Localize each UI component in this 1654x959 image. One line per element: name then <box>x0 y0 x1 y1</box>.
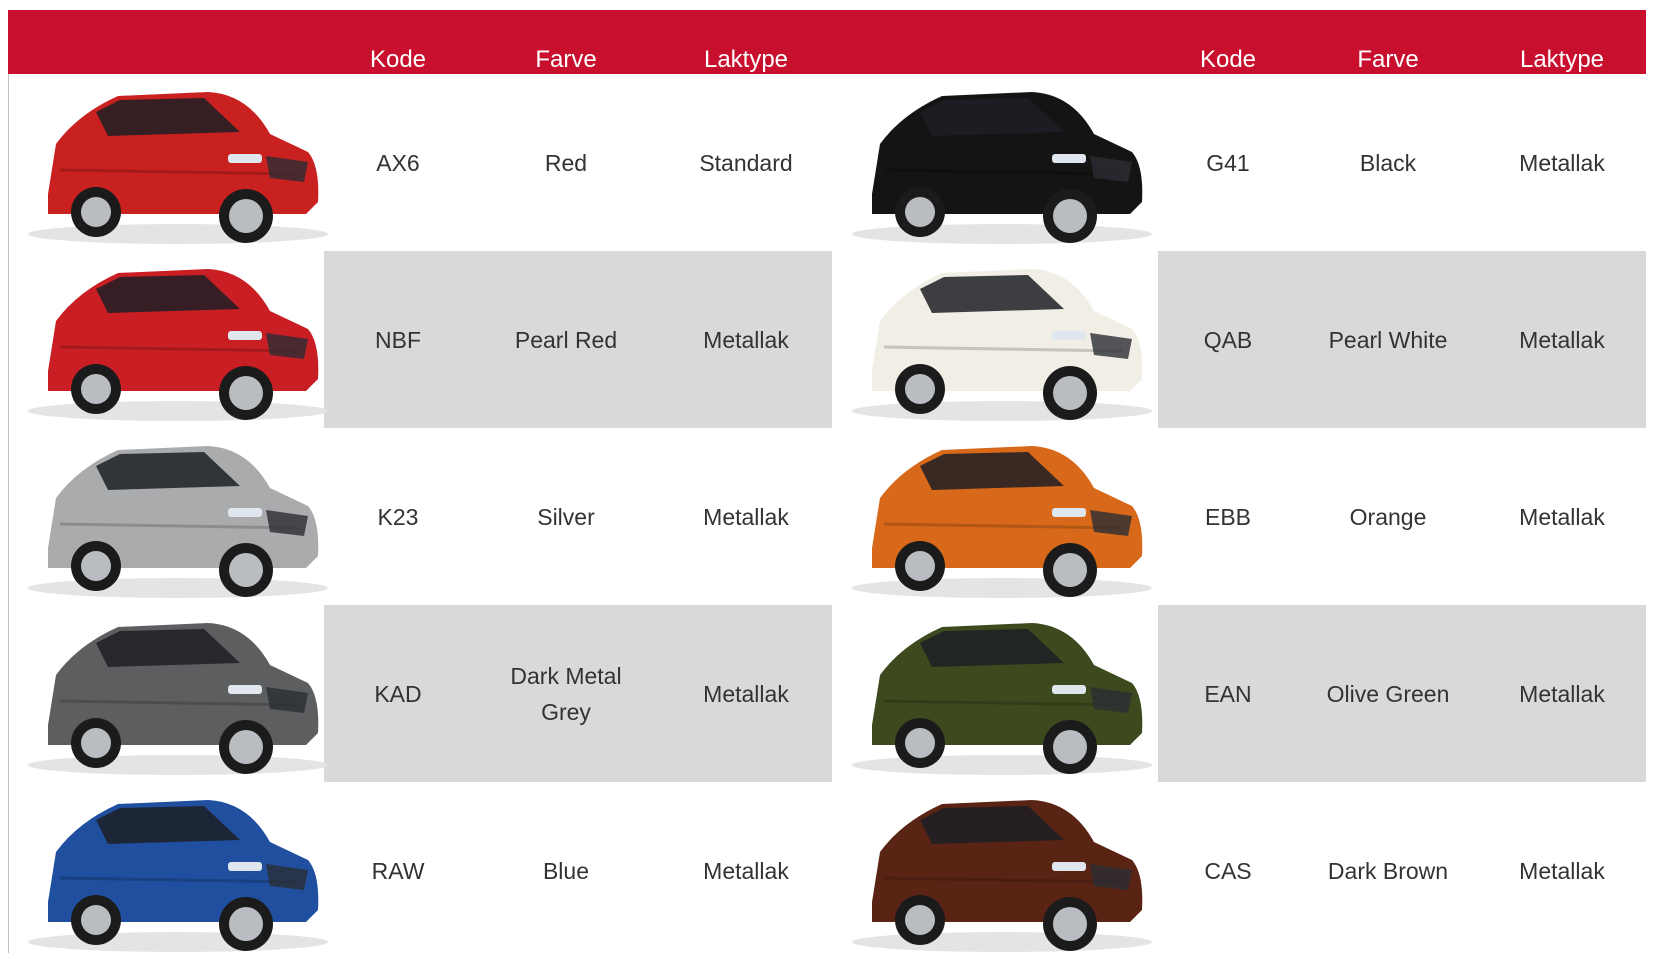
cell-paint-right: Metallak <box>1519 503 1605 530</box>
header-code-left: Kode <box>369 46 427 73</box>
cell-paint-left: Metallak <box>703 326 789 353</box>
cell-paint-right: Metallak <box>1519 149 1605 176</box>
car-photo <box>832 251 1157 428</box>
car-photo <box>832 428 1157 605</box>
cell-code-right: QAB <box>1203 326 1253 353</box>
car-photo <box>8 251 333 428</box>
cell-paint-right: Metallak <box>1519 857 1605 884</box>
cell-color-left: Silver <box>537 503 595 530</box>
cell-code-left: K23 <box>377 503 419 530</box>
header-paint-right: Laktype <box>1519 46 1605 73</box>
cell-paint-right: Metallak <box>1519 326 1605 353</box>
cell-color-left: Blue <box>542 857 590 884</box>
cell-code-left: NBF <box>375 326 421 353</box>
cell-code-right: EBB <box>1204 503 1252 530</box>
cell-code-right: G41 <box>1206 149 1250 176</box>
header-color-right: Farve <box>1357 46 1419 73</box>
header-code-right: Kode <box>1199 46 1257 73</box>
car-photo <box>832 605 1157 782</box>
header-paint-left: Laktype <box>703 46 789 73</box>
car-photo <box>8 605 333 782</box>
cell-paint-left: Standard <box>699 149 793 176</box>
cell-color-right: Pearl White <box>1328 326 1448 353</box>
cell-color-right: Black <box>1359 149 1417 176</box>
cell-color-right: Olive Green <box>1326 680 1450 707</box>
cell-color-right: Dark Brown <box>1327 857 1449 884</box>
car-photo <box>8 782 333 959</box>
cell-code-left: RAW <box>371 857 425 884</box>
cell-paint-left: Metallak <box>703 857 789 884</box>
car-photo <box>832 782 1157 959</box>
cell-paint-left: Metallak <box>703 503 789 530</box>
cell-code-left: KAD <box>374 680 422 707</box>
cell-code-left: AX6 <box>376 149 420 176</box>
cell-paint-right: Metallak <box>1519 680 1605 707</box>
car-photo <box>832 74 1157 251</box>
cell-color-right: Orange <box>1349 503 1427 530</box>
car-photo <box>8 428 333 605</box>
cell-color-left: Red <box>544 149 588 176</box>
cell-code-right: CAS <box>1204 857 1252 884</box>
header-color-left: Farve <box>535 46 597 73</box>
cell-code-right: EAN <box>1204 680 1252 707</box>
cell-paint-left: Metallak <box>703 680 789 707</box>
cell-color-left: Pearl Red <box>514 326 618 353</box>
car-photo <box>8 74 333 251</box>
cell-color-left: Dark Metal Grey <box>510 662 622 725</box>
